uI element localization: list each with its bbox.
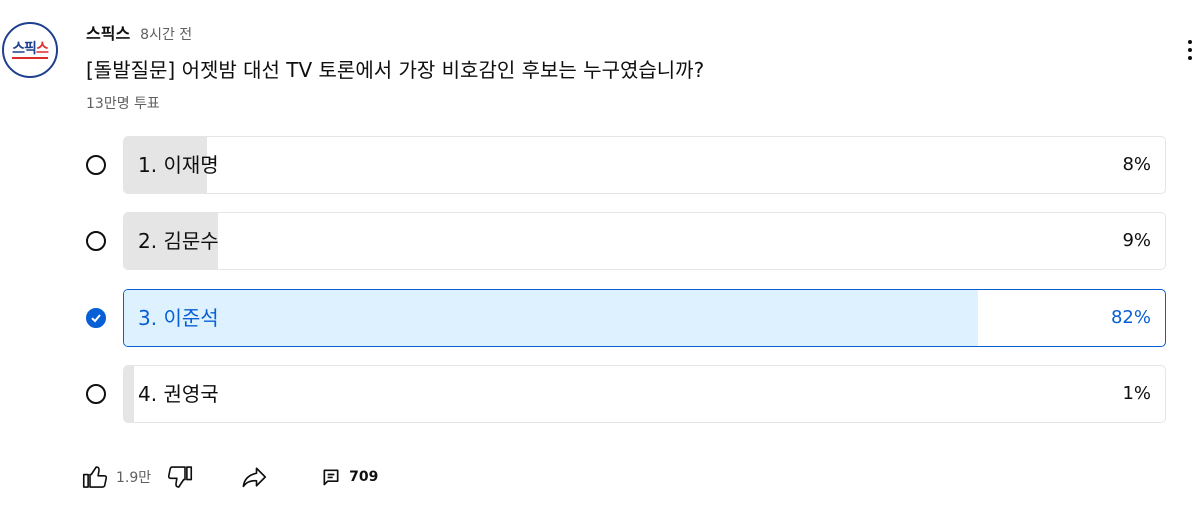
thumbs-up-icon (82, 466, 108, 488)
poll-option-label: 2. 김문수 (138, 229, 219, 253)
post-header: 스픽스 8시간 전 (86, 20, 192, 44)
radio-button[interactable] (86, 231, 106, 251)
poll-question: [돌발질문] 어젯밤 대선 TV 토론에서 가장 비호감인 후보는 누구였습니까… (86, 58, 705, 82)
poll-option-label: 3. 이준석 (138, 306, 219, 330)
poll-option-bar[interactable]: 3. 이준석 82% (123, 289, 1166, 347)
channel-name[interactable]: 스픽스 (86, 20, 130, 44)
thumbs-down-icon (168, 466, 193, 488)
poll-option-label: 1. 이재명 (138, 153, 219, 177)
poll-option-label: 4. 권영국 (138, 382, 219, 406)
vote-count: 13만명 투표 (86, 96, 160, 112)
like-button[interactable]: 1.9만 (80, 462, 151, 492)
poll-option-bar[interactable]: 4. 권영국 1% (123, 365, 1166, 423)
post-time[interactable]: 8시간 전 (140, 24, 192, 44)
poll-option-2[interactable]: 2. 김문수 9% (78, 212, 1166, 270)
check-icon (91, 314, 101, 323)
channel-avatar[interactable]: 스픽스 (2, 22, 58, 78)
avatar-logo: 스픽스 (12, 41, 49, 59)
poll-option-percent: 9% (1122, 230, 1151, 251)
share-button[interactable] (239, 462, 269, 492)
poll-option-percent: 82% (1110, 307, 1151, 328)
poll-option-percent: 8% (1122, 154, 1151, 175)
action-bar: 1.9만 709 (80, 462, 378, 492)
more-vert-icon[interactable] (1180, 36, 1200, 64)
poll-option-percent: 1% (1122, 383, 1151, 404)
comments-button[interactable]: 709 (321, 467, 378, 487)
comment-count: 709 (349, 469, 379, 485)
like-count: 1.9만 (116, 470, 152, 486)
radio-button[interactable] (86, 155, 106, 175)
poll-option-3[interactable]: 3. 이준석 82% (78, 289, 1166, 347)
poll-option-fill (124, 290, 978, 346)
share-icon (242, 467, 267, 488)
dislike-button[interactable] (165, 462, 195, 492)
poll-option-1[interactable]: 1. 이재명 8% (78, 136, 1166, 194)
comment-icon (323, 469, 339, 486)
poll-option-fill (124, 366, 135, 422)
poll-option-bar[interactable]: 2. 김문수 9% (123, 212, 1166, 270)
poll-option-4[interactable]: 4. 권영국 1% (78, 365, 1166, 423)
radio-button[interactable] (86, 308, 106, 328)
radio-button[interactable] (86, 384, 106, 404)
poll-option-bar[interactable]: 1. 이재명 8% (123, 136, 1166, 194)
